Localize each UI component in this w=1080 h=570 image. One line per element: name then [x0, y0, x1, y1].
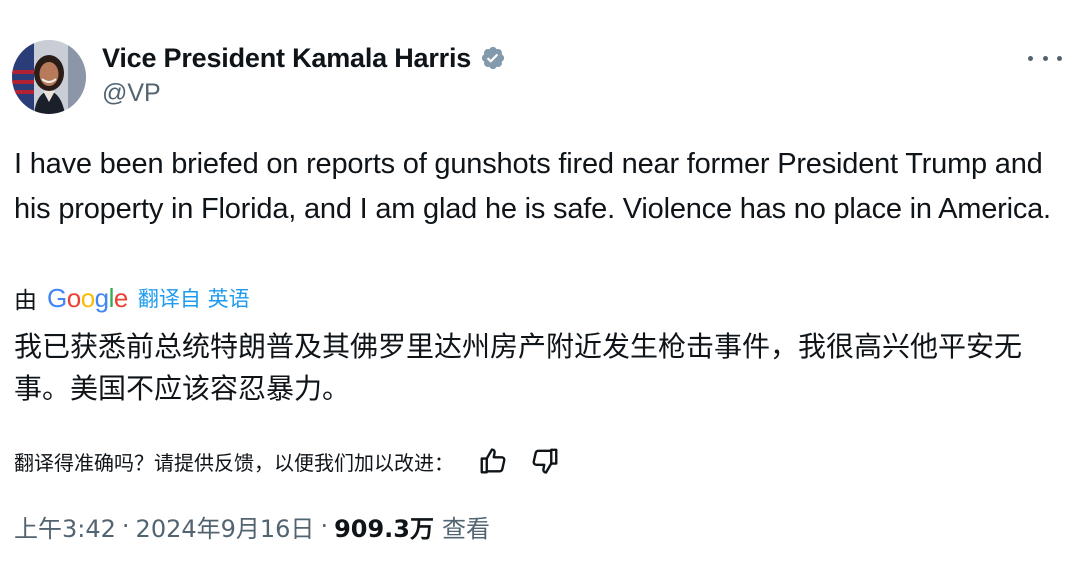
translation-attribution: 由 Google 翻译自 英语 — [14, 281, 250, 315]
author-name-row: Vice President Kamala Harris — [102, 40, 506, 76]
translation-feedback: 翻译得准确吗？请提供反馈，以便我们加以改进： — [14, 444, 562, 478]
tweet-meta: 上午3:42 · 2024年9月16日 · 909.3万 查看 — [14, 508, 490, 544]
avatar[interactable] — [12, 40, 86, 114]
translated-text: 我已获悉前总统特朗普及其佛罗里达州房产附近发生枪击事件，我很高兴他平安无事。美国… — [14, 330, 1023, 405]
google-logo: Google — [47, 282, 128, 313]
view-count: 909.3万 — [334, 514, 434, 543]
verified-badge-icon[interactable] — [480, 45, 506, 71]
views-label: 查看 — [442, 514, 490, 543]
more-options-icon[interactable] — [1028, 46, 1062, 70]
feedback-prompt: 翻译得准确吗？请提供反馈，以便我们加以改进： — [14, 450, 454, 475]
tweet-time[interactable]: 上午3:42 — [14, 509, 116, 544]
tweet-text: I have been briefed on reports of gunsho… — [14, 148, 1051, 225]
translate-source-link[interactable]: 翻译自 英语 — [138, 283, 250, 313]
author-display-name[interactable]: Vice President Kamala Harris — [102, 43, 471, 74]
separator-dot: · — [320, 512, 329, 540]
separator-dot: · — [121, 512, 130, 540]
tweet-date[interactable]: 2024年9月16日 — [136, 509, 315, 544]
author-handle[interactable]: @VP — [102, 79, 161, 108]
thumbs-up-icon[interactable] — [476, 444, 510, 478]
translated-by-label: 由 — [14, 288, 37, 314]
thumbs-down-icon[interactable] — [528, 444, 562, 478]
